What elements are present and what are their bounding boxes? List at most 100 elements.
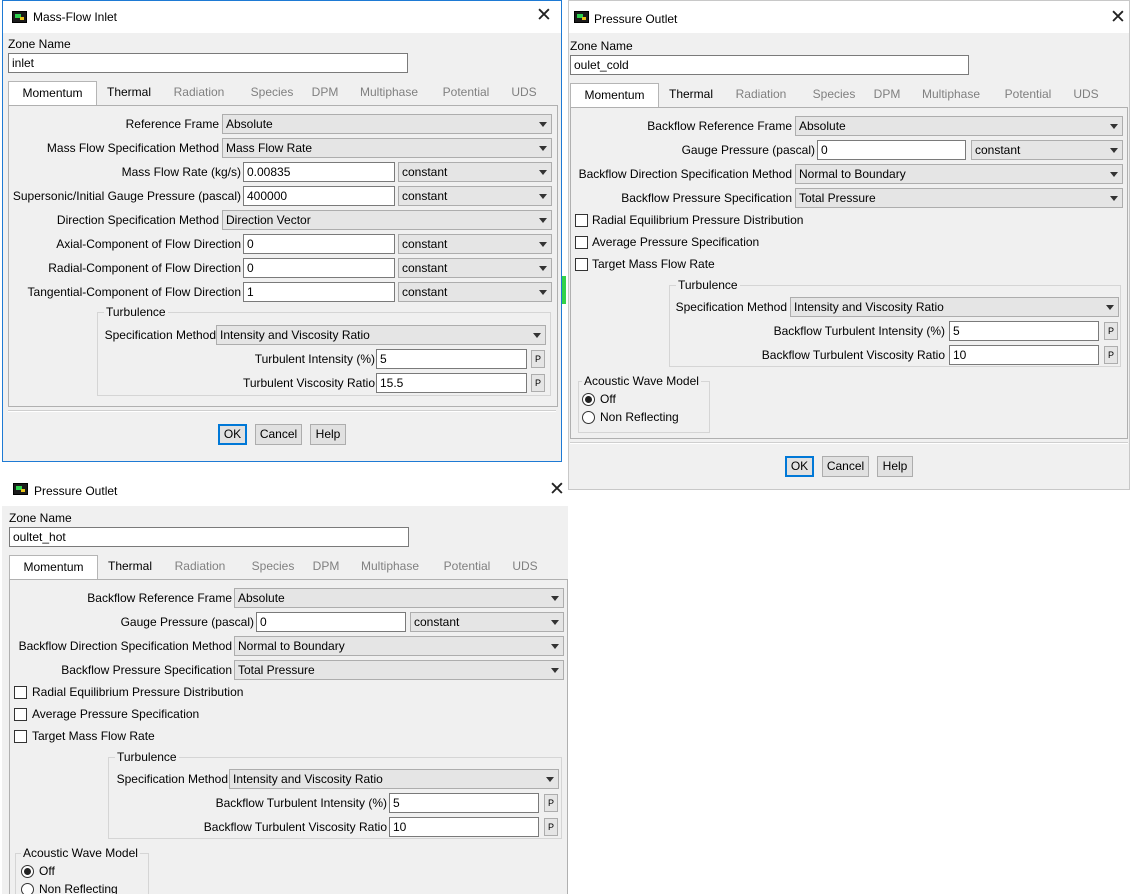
parameter-button[interactable]: P [1104,346,1118,364]
tab-potential[interactable]: Potential [435,555,499,579]
radial-equilibrium-checkbox[interactable] [575,214,588,227]
zone-name-field[interactable]: inlet [8,53,408,73]
radial-method[interactable]: constant [398,258,552,278]
title-bar: Mass-Flow Inlet ✕ [3,1,561,33]
close-icon[interactable]: ✕ [533,6,555,28]
tab-dpm[interactable]: DPM [868,83,906,107]
tab-thermal[interactable]: Thermal [101,555,159,579]
average-pressure-checkbox[interactable] [575,236,588,249]
backflow-dir-dropdown[interactable]: Normal to Boundary [234,636,564,656]
chevron-down-icon [1110,124,1118,129]
backflow-dir-label: Backflow Direction Specification Method [578,167,792,181]
axial-method[interactable]: constant [398,234,552,254]
tab-potential[interactable]: Potential [434,81,498,105]
gauge-pressure-field[interactable]: 0 [256,612,406,632]
acoustic-off-radio[interactable] [21,865,34,878]
tab-species[interactable]: Species [240,81,304,105]
chevron-down-icon [1110,196,1118,201]
gauge-pressure-field[interactable]: 400000 [243,186,395,206]
tab-uds[interactable]: UDS [500,81,548,105]
gauge-pressure-label: Supersonic/Initial Gauge Pressure (pasca… [12,189,241,203]
tab-multiphase[interactable]: Multiphase [347,555,433,579]
tab-uds[interactable]: UDS [1062,83,1110,107]
tab-dpm[interactable]: DPM [306,81,344,105]
axial-field[interactable]: 0 [243,234,395,254]
chevron-down-icon [539,194,547,199]
target-mass-flow-checkbox[interactable] [575,258,588,271]
tab-momentum[interactable]: Momentum [9,555,98,580]
turb-viscosity-field[interactable]: 15.5 [376,373,527,393]
tangential-field[interactable]: 1 [243,282,395,302]
mass-flow-rate-method[interactable]: constant [398,162,552,182]
acoustic-non-reflecting-radio[interactable] [582,411,595,424]
turb-viscosity-field[interactable]: 10 [949,345,1099,365]
tab-radiation[interactable]: Radiation [722,83,800,107]
cancel-button[interactable]: Cancel [822,456,869,477]
radial-equilibrium-checkbox[interactable] [14,686,27,699]
radial-field[interactable]: 0 [243,258,395,278]
backflow-press-dropdown[interactable]: Total Pressure [795,188,1123,208]
tab-dpm[interactable]: DPM [307,555,345,579]
tab-potential[interactable]: Potential [996,83,1060,107]
parameter-button[interactable]: P [531,350,545,368]
tangential-method[interactable]: constant [398,282,552,302]
backflow-ref-dropdown[interactable]: Absolute [795,116,1123,136]
turb-viscosity-field[interactable]: 10 [389,817,539,837]
dialog-title: Pressure Outlet [34,484,118,498]
turb-intensity-field[interactable]: 5 [376,349,527,369]
turb-viscosity-label: Turbulent Viscosity Ratio [242,376,375,390]
tab-multiphase[interactable]: Multiphase [346,81,432,105]
tab-thermal[interactable]: Thermal [100,81,158,105]
gauge-pressure-method[interactable]: constant [410,612,564,632]
ok-button[interactable]: OK [785,456,814,477]
average-pressure-checkbox[interactable] [14,708,27,721]
turb-intensity-field[interactable]: 5 [949,321,1099,341]
parameter-button[interactable]: P [544,818,558,836]
direction-spec-dropdown[interactable]: Direction Vector [222,210,552,230]
target-mass-flow-checkbox[interactable] [14,730,27,743]
backflow-dir-dropdown[interactable]: Normal to Boundary [795,164,1123,184]
turb-intensity-field[interactable]: 5 [389,793,539,813]
turb-spec-dropdown[interactable]: Intensity and Viscosity Ratio [229,769,559,789]
tab-momentum[interactable]: Momentum [8,81,97,106]
turb-spec-dropdown[interactable]: Intensity and Viscosity Ratio [790,297,1119,317]
gauge-pressure-field[interactable]: 0 [817,140,966,160]
tab-species[interactable]: Species [241,555,305,579]
chevron-down-icon [1110,172,1118,177]
turb-spec-dropdown[interactable]: Intensity and Viscosity Ratio [216,325,546,345]
cancel-button[interactable]: Cancel [255,424,302,445]
title-bar: Pressure Outlet ✕ [2,474,568,506]
help-button[interactable]: Help [877,456,913,477]
parameter-button[interactable]: P [544,794,558,812]
tab-radiation[interactable]: Radiation [161,555,239,579]
gauge-pressure-method[interactable]: constant [398,186,552,206]
close-icon[interactable]: ✕ [1107,8,1129,30]
zone-name-field[interactable]: oulet_cold [570,55,969,75]
parameter-button[interactable]: P [1104,322,1118,340]
tab-multiphase[interactable]: Multiphase [908,83,994,107]
tab-thermal[interactable]: Thermal [662,83,720,107]
reference-frame-dropdown[interactable]: Absolute [222,114,552,134]
tab-bar: Momentum Thermal Radiation Species DPM M… [8,81,553,106]
acoustic-non-reflecting-radio[interactable] [21,883,34,894]
title-bar: Pressure Outlet ✕ [569,1,1129,33]
gauge-pressure-method[interactable]: constant [971,140,1123,160]
tab-radiation[interactable]: Radiation [160,81,238,105]
acoustic-off-radio[interactable] [582,393,595,406]
radial-label: Radial-Component of Flow Direction [48,261,241,275]
help-button[interactable]: Help [310,424,346,445]
mass-flow-spec-dropdown[interactable]: Mass Flow Rate [222,138,552,158]
parameter-button[interactable]: P [531,374,545,392]
backflow-press-dropdown[interactable]: Total Pressure [234,660,564,680]
close-icon[interactable]: ✕ [546,480,568,502]
chevron-down-icon [539,218,547,223]
tab-species[interactable]: Species [802,83,866,107]
tab-uds[interactable]: UDS [501,555,549,579]
zone-name-field[interactable]: oultet_hot [9,527,409,547]
tab-momentum[interactable]: Momentum [570,83,659,108]
backflow-ref-dropdown[interactable]: Absolute [234,588,564,608]
ok-button[interactable]: OK [218,424,247,445]
turb-intensity-label: Backflow Turbulent Intensity (%) [215,796,387,810]
mass-flow-rate-field[interactable]: 0.00835 [243,162,395,182]
tab-bar: Momentum Thermal Radiation Species DPM M… [570,83,1115,108]
